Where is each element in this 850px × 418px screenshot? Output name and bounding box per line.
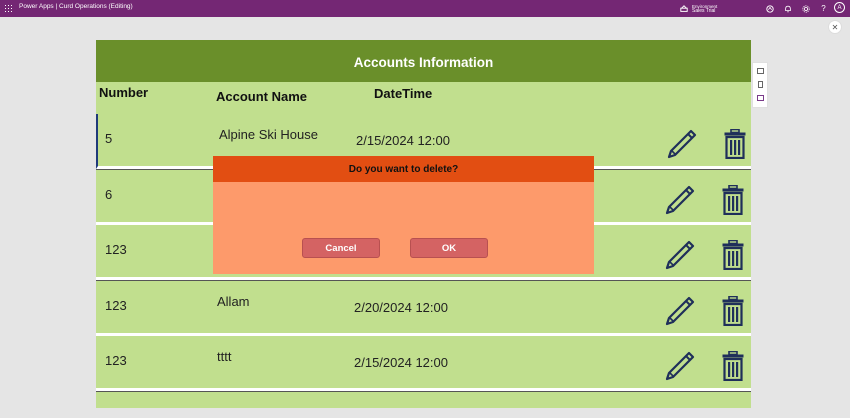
ok-button[interactable]: OK xyxy=(410,238,488,258)
document-title: Curd Operations (Editing) xyxy=(59,3,133,10)
title-separator: | xyxy=(55,3,58,10)
gallery-row[interactable]: 123 Allam 2/20/2024 12:00 xyxy=(96,281,751,336)
row-number: 123 xyxy=(105,298,127,313)
row-datetime: 2/20/2024 12:00 xyxy=(354,300,448,315)
app-title: Power Apps | Curd Operations (Editing) xyxy=(19,3,133,10)
phone-icon[interactable] xyxy=(758,81,763,88)
dialog-question: Do you want to delete? xyxy=(213,156,594,182)
trash-icon[interactable] xyxy=(722,184,744,216)
header-datetime: DateTime xyxy=(374,86,433,101)
pencil-icon[interactable] xyxy=(664,350,696,382)
cancel-button[interactable]: Cancel xyxy=(302,238,380,258)
close-icon[interactable]: ✕ xyxy=(828,20,842,34)
header-number: Number xyxy=(99,85,149,100)
row-account-name: tttt xyxy=(217,349,232,364)
bell-icon[interactable] xyxy=(782,3,793,14)
pencil-icon[interactable] xyxy=(664,295,696,327)
delete-dialog: Do you want to delete? Cancel OK xyxy=(213,156,594,274)
row-number: 5 xyxy=(105,131,113,146)
trash-icon[interactable] xyxy=(722,350,744,382)
top-bar: Power Apps | Curd Operations (Editing) E… xyxy=(0,0,850,17)
avatar[interactable]: A xyxy=(834,2,845,13)
row-account-name: Allam xyxy=(217,294,250,309)
row-datetime: 2/15/2024 12:00 xyxy=(354,355,448,370)
pencil-icon[interactable] xyxy=(664,184,696,216)
environment-picker[interactable]: Environment Sales Trial xyxy=(680,2,717,15)
trash-icon[interactable] xyxy=(724,128,746,160)
pencil-icon[interactable] xyxy=(666,128,698,160)
screen-icon[interactable] xyxy=(757,68,764,74)
trash-icon[interactable] xyxy=(722,239,744,271)
database-icon[interactable] xyxy=(757,95,764,101)
row-datetime: 2/15/2024 12:00 xyxy=(356,133,450,148)
header-account-name: Account Name xyxy=(216,89,308,104)
pencil-icon[interactable] xyxy=(664,239,696,271)
app-name[interactable]: Power Apps xyxy=(19,3,54,10)
environment-text: Environment Sales Trial xyxy=(692,4,717,14)
gear-icon[interactable] xyxy=(800,3,811,14)
environment-icon xyxy=(680,4,688,12)
help-icon[interactable]: ? xyxy=(818,3,829,14)
row-account-name: Alpine Ski House xyxy=(219,127,318,142)
side-toolbar xyxy=(752,62,768,108)
row-number: 6 xyxy=(105,187,113,202)
trash-icon[interactable] xyxy=(722,295,744,327)
row-number: 123 xyxy=(105,353,127,368)
app-launcher-icon[interactable] xyxy=(4,4,13,13)
environment-name: Sales Trial xyxy=(692,7,716,14)
copilot-icon[interactable] xyxy=(764,3,775,14)
gallery-row[interactable]: 123 tttt 2/15/2024 12:00 xyxy=(96,336,751,391)
row-number: 123 xyxy=(105,242,127,257)
screen-title: Accounts Information xyxy=(96,40,751,82)
